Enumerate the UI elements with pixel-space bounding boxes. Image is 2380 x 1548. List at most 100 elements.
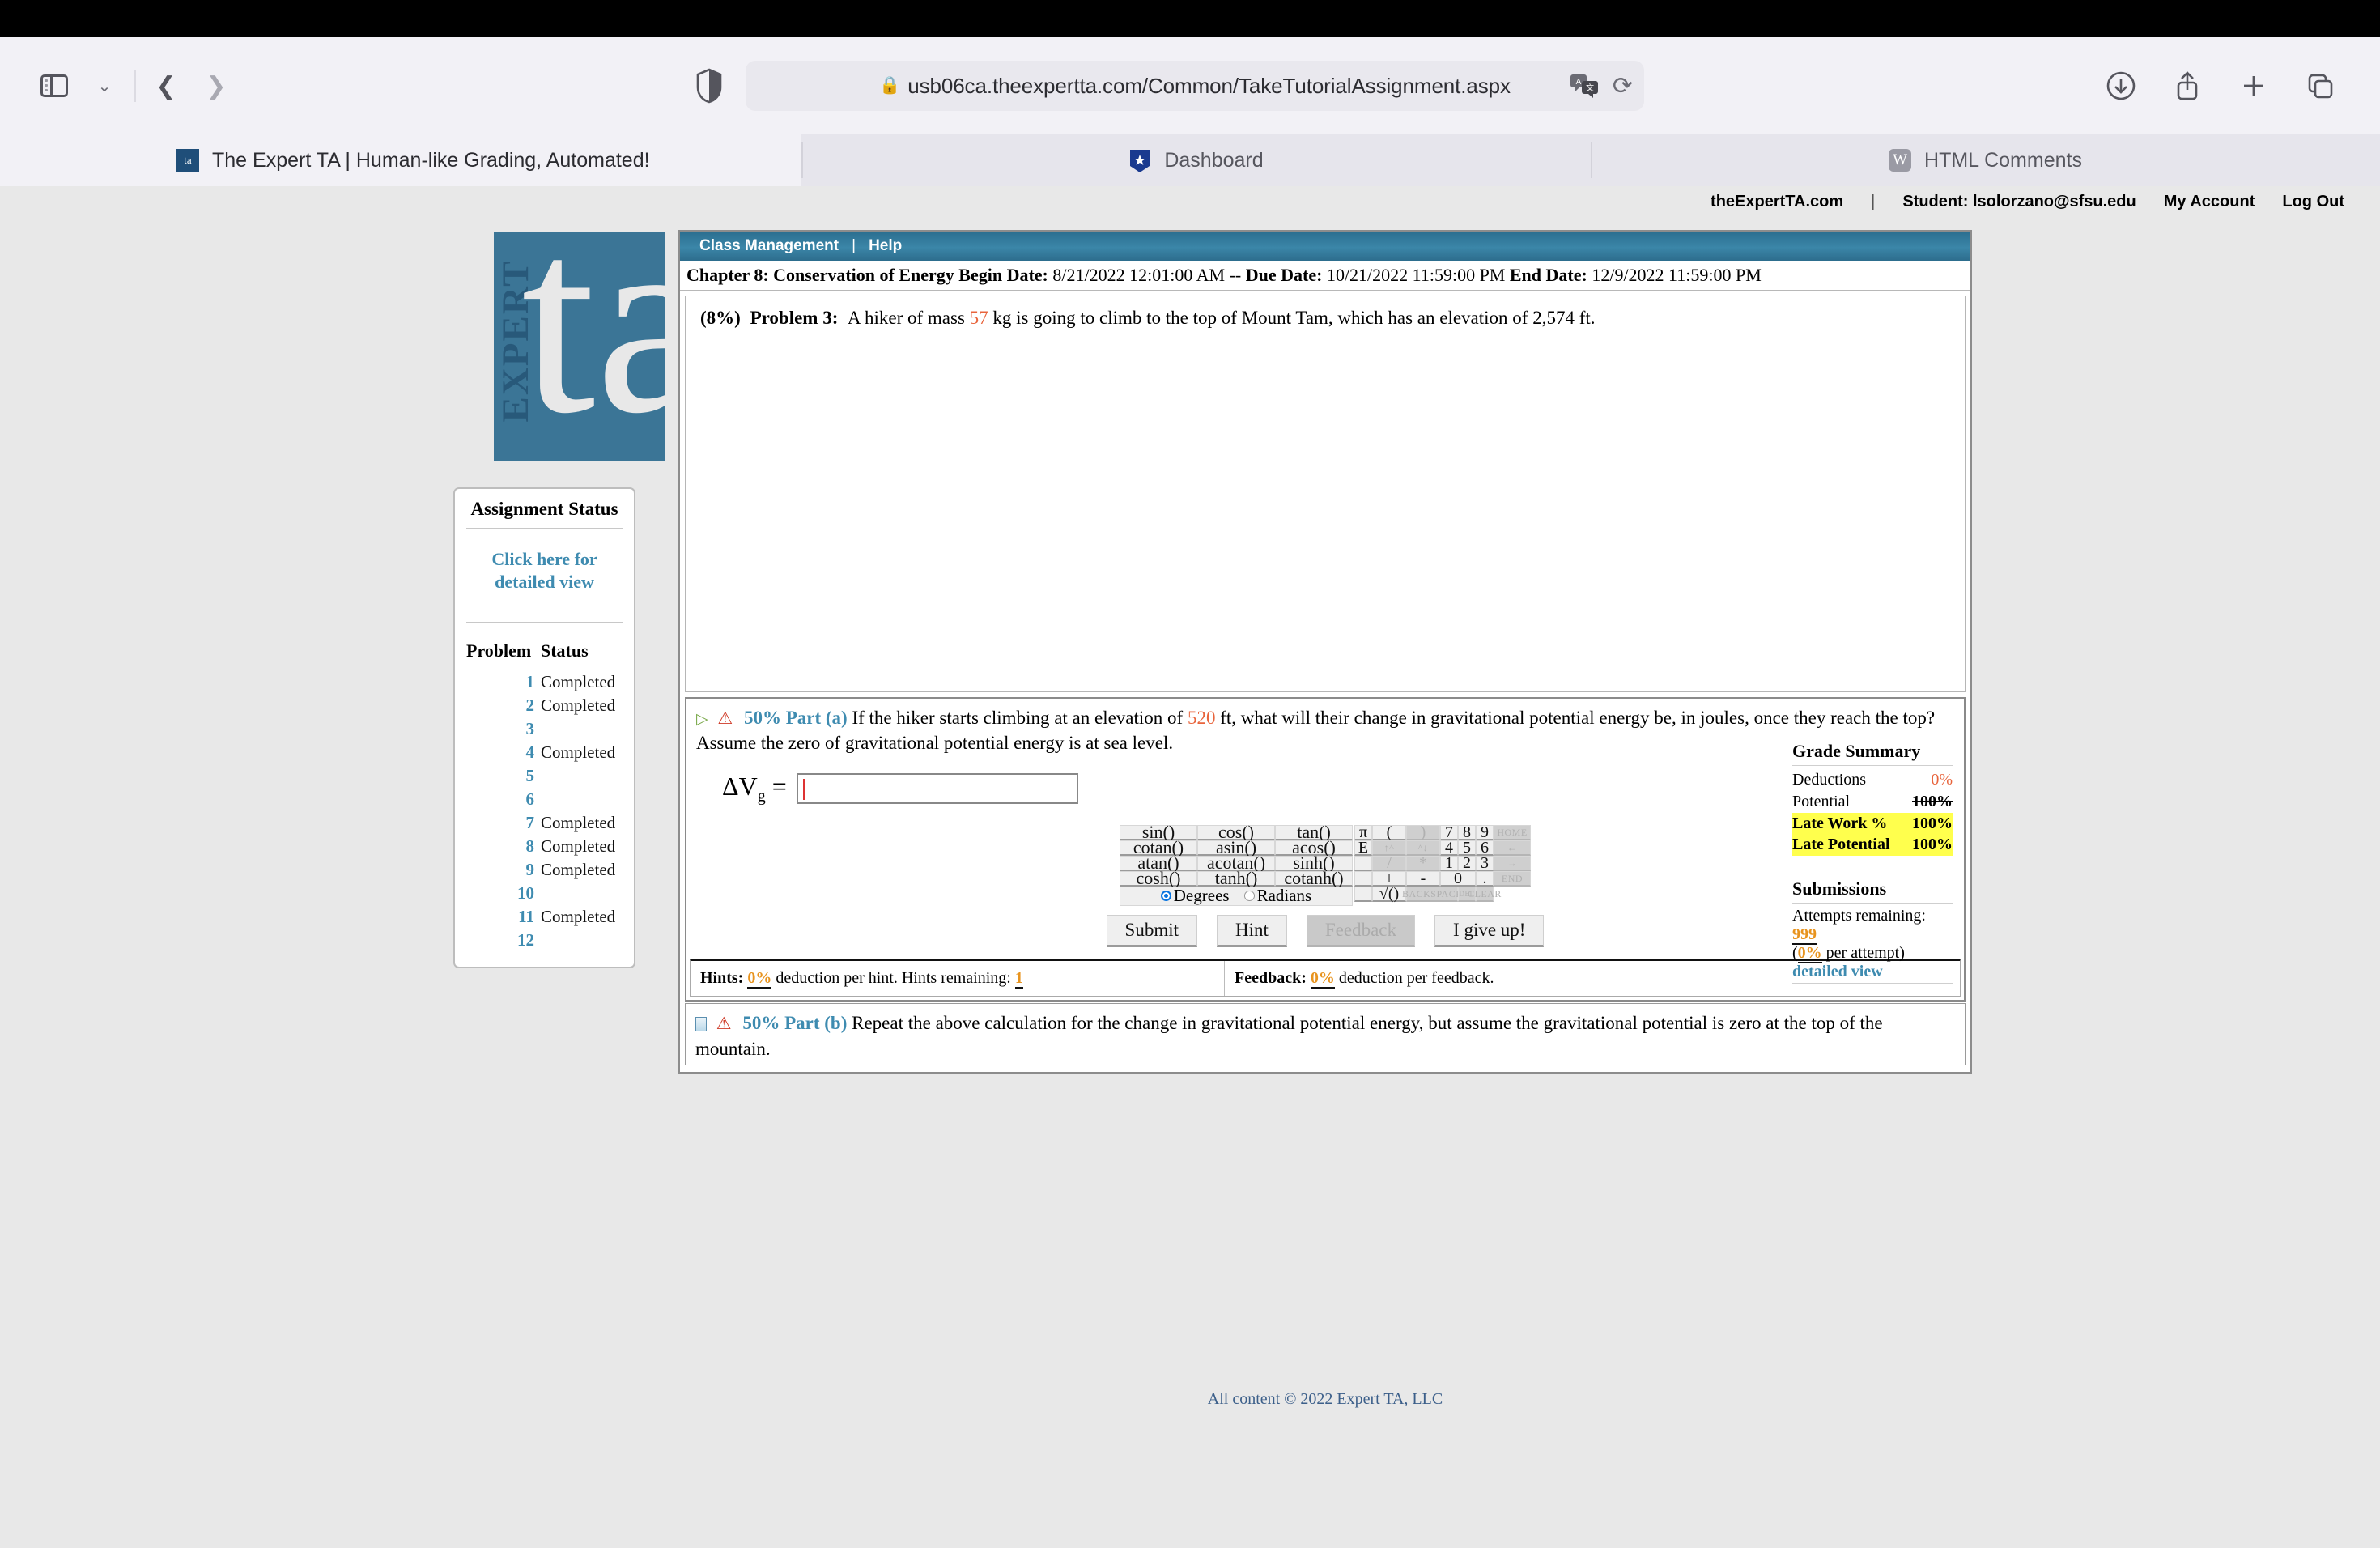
dashboard-favicon <box>1128 149 1151 172</box>
degrees-radio[interactable]: Degrees <box>1161 886 1230 906</box>
answer-row: ΔVg = <box>686 759 1964 810</box>
sidebar-icon[interactable] <box>29 61 79 111</box>
tab-strip: ta The Expert TA | Human-like Grading, A… <box>0 134 2380 186</box>
status-row-problem-number[interactable]: 2 <box>466 694 541 717</box>
toolbar-divider <box>134 70 136 102</box>
calc-key-blank <box>1354 856 1372 871</box>
calculator: sin() cos() tan() cotan() asin() acos() … <box>686 810 1964 907</box>
degrees-label: Degrees <box>1174 886 1230 905</box>
class-management-link[interactable]: Class Management <box>699 237 839 255</box>
per-attempt-pct: 0% <box>1798 944 1822 963</box>
status-row-problem-number[interactable]: 4 <box>466 741 541 764</box>
status-row: 4Completed <box>466 741 623 764</box>
shield-icon[interactable] <box>695 68 723 104</box>
status-row-problem-number[interactable]: 1 <box>466 670 541 694</box>
calc-key-sqrt[interactable]: √() <box>1372 887 1406 902</box>
status-row: 5 <box>466 764 623 788</box>
attempts-value: 999 <box>1792 925 1817 945</box>
status-row: 2Completed <box>466 694 623 717</box>
calc-key-rparen[interactable]: ) <box>1406 825 1440 840</box>
status-row: 7Completed <box>466 811 623 835</box>
translate-icon[interactable]: A 文 <box>1569 72 1601 100</box>
problem-text-after: kg is going to climb to the top of Mount… <box>992 308 1595 328</box>
calc-key-decimal[interactable]: . <box>1476 871 1494 887</box>
part-a-section: Grade Summary Deductions 0% Potential 10… <box>685 697 1966 1002</box>
status-row-problem-number[interactable]: 10 <box>466 882 541 905</box>
calc-key-right-arrow[interactable]: → <box>1494 856 1531 871</box>
tab-overview-icon[interactable] <box>2297 63 2343 108</box>
lock-icon: 🔒 <box>879 76 900 96</box>
status-row-problem-number[interactable]: 3 <box>466 717 541 741</box>
share-icon[interactable] <box>2165 63 2210 108</box>
expand-arrow-icon[interactable]: ▷ <box>696 711 708 728</box>
log-out-link[interactable]: Log Out <box>2282 193 2344 211</box>
chevron-down-icon[interactable]: ⌄ <box>79 61 130 111</box>
calc-key-backspace[interactable]: BACKSPACE <box>1406 887 1458 902</box>
part-b-text: Repeat the above calculation for the cha… <box>695 1013 1883 1058</box>
calc-key-home[interactable]: HOME <box>1494 825 1531 840</box>
page-content: theExpertTA.com | Student: lsolorzano@sf… <box>0 186 2380 1548</box>
left-column: EXPERT ta Assignment Status Click here f… <box>453 230 672 968</box>
status-row-problem-number[interactable]: 5 <box>466 764 541 788</box>
status-row-status: Completed <box>541 741 615 764</box>
detailed-view-line2: detailed view <box>470 571 619 593</box>
calc-key-end[interactable]: END <box>1494 871 1531 887</box>
part-a-text-before: If the hiker starts climbing at an eleva… <box>852 708 1183 728</box>
brand-link[interactable]: theExpertTA.com <box>1711 193 1843 211</box>
grade-row: Deductions 0% <box>1792 769 1953 791</box>
help-link[interactable]: Help <box>869 237 902 255</box>
col-problem: Problem <box>466 640 541 661</box>
footer-copyright: All content © 2022 Expert TA, LLC <box>678 1390 1972 1409</box>
reload-icon[interactable]: ⟳ <box>1613 72 1633 100</box>
grade-value: 100% <box>1912 834 1953 856</box>
chapter-title: Chapter 8: Conservation of Energy <box>686 265 954 285</box>
tab-label: Dashboard <box>1164 149 1263 172</box>
calc-key-tanh[interactable]: tanh() <box>1197 871 1275 887</box>
calc-key-clear[interactable]: CLEAR <box>1476 887 1494 902</box>
grade-label: Potential <box>1792 791 1850 813</box>
status-row-problem-number[interactable]: 11 <box>466 905 541 929</box>
status-row-problem-number[interactable]: 8 <box>466 835 541 858</box>
tab-dashboard[interactable]: Dashboard <box>801 134 1591 186</box>
calc-key-lparen[interactable]: ( <box>1372 825 1406 840</box>
tab-label: HTML Comments <box>1924 149 2082 172</box>
address-bar[interactable]: 🔒 usb06ca.theexpertta.com/Common/TakeTut… <box>746 61 1644 111</box>
status-row-problem-number[interactable]: 12 <box>466 929 541 952</box>
calc-key-minus[interactable]: - <box>1406 871 1440 887</box>
grade-value: 100% <box>1912 791 1953 813</box>
calc-key-e[interactable]: E <box>1354 840 1372 856</box>
grade-value: 0% <box>1931 769 1953 791</box>
status-row-problem-number[interactable]: 9 <box>466 858 541 882</box>
begin-date-value: 8/21/2022 12:01:00 AM -- <box>1052 265 1241 285</box>
radians-radio[interactable]: Radians <box>1244 886 1312 906</box>
submit-button[interactable]: Submit <box>1107 915 1197 947</box>
warning-icon: ⚠ <box>717 708 733 728</box>
grade-detailed-view-link[interactable]: detailed view <box>1792 963 1883 980</box>
part-b-section[interactable]: ⚠ 50% Part (b) Repeat the above calculat… <box>685 1003 1966 1065</box>
detailed-view-link[interactable]: Click here for detailed view <box>466 529 623 614</box>
give-up-button[interactable]: I give up! <box>1434 915 1544 947</box>
status-row: 8Completed <box>466 835 623 858</box>
status-row: 10 <box>466 882 623 905</box>
calc-key-left-arrow[interactable]: ← <box>1494 840 1531 856</box>
answer-input[interactable] <box>797 773 1078 804</box>
tab-html-comments[interactable]: W HTML Comments <box>1591 134 2380 186</box>
attempts-label: Attempts remaining: <box>1792 907 1926 925</box>
assignment-panel: Class Management | Help Chapter 8: Conse… <box>678 230 1972 1074</box>
site-header: theExpertTA.com | Student: lsolorzano@sf… <box>0 186 2380 217</box>
hints-feedback-bar: Hints: 0% deduction per hint. Hints rema… <box>690 959 1961 997</box>
calc-key-cotanh[interactable]: cotanh() <box>1275 871 1353 887</box>
part-b-header: ⚠ 50% Part (b) Repeat the above calculat… <box>686 1004 1965 1064</box>
calc-key-0[interactable]: 0 <box>1440 871 1476 887</box>
status-row-problem-number[interactable]: 7 <box>466 811 541 835</box>
calc-key-cosh[interactable]: cosh() <box>1120 871 1197 887</box>
hint-button[interactable]: Hint <box>1217 915 1287 947</box>
status-row: 1Completed <box>466 670 623 694</box>
radians-label: Radians <box>1257 886 1312 905</box>
my-account-link[interactable]: My Account <box>2164 193 2255 211</box>
new-tab-icon[interactable] <box>2231 63 2276 108</box>
back-icon[interactable]: ❮ <box>141 61 191 111</box>
downloads-icon[interactable] <box>2098 63 2144 108</box>
forward-icon[interactable]: ❯ <box>191 61 241 111</box>
status-row-problem-number[interactable]: 6 <box>466 788 541 811</box>
